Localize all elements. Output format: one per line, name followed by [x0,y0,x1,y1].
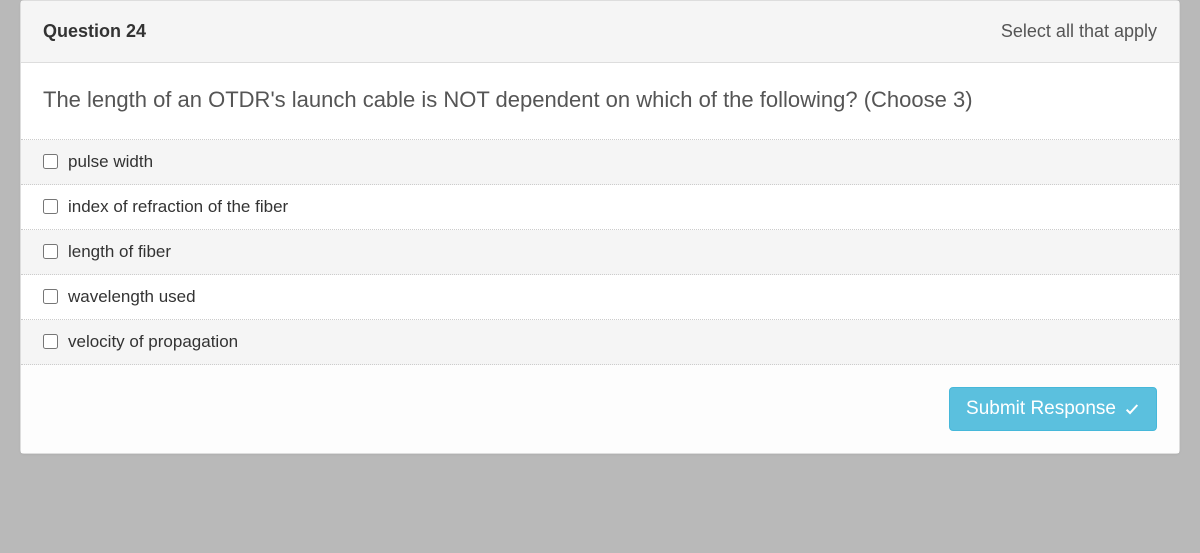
option-row[interactable]: index of refraction of the fiber [21,185,1179,230]
option-row[interactable]: wavelength used [21,275,1179,320]
question-number: Question 24 [43,21,146,42]
option-label: velocity of propagation [68,332,238,352]
option-label: wavelength used [68,287,196,307]
option-label: index of refraction of the fiber [68,197,288,217]
question-text: The length of an OTDR's launch cable is … [21,63,1179,140]
options-list: pulse width index of refraction of the f… [21,140,1179,365]
question-card: Question 24 Select all that apply The le… [20,0,1180,454]
submit-label: Submit Response [966,398,1116,420]
option-row[interactable]: velocity of propagation [21,320,1179,365]
option-checkbox[interactable] [43,199,58,214]
check-icon [1124,401,1140,417]
option-label: pulse width [68,152,153,172]
option-checkbox[interactable] [43,289,58,304]
card-footer: Submit Response [21,365,1179,453]
option-checkbox[interactable] [43,244,58,259]
card-header: Question 24 Select all that apply [21,1,1179,63]
option-row[interactable]: length of fiber [21,230,1179,275]
option-row[interactable]: pulse width [21,140,1179,185]
option-label: length of fiber [68,242,171,262]
submit-button[interactable]: Submit Response [949,387,1157,431]
question-hint: Select all that apply [1001,21,1157,42]
option-checkbox[interactable] [43,154,58,169]
option-checkbox[interactable] [43,334,58,349]
